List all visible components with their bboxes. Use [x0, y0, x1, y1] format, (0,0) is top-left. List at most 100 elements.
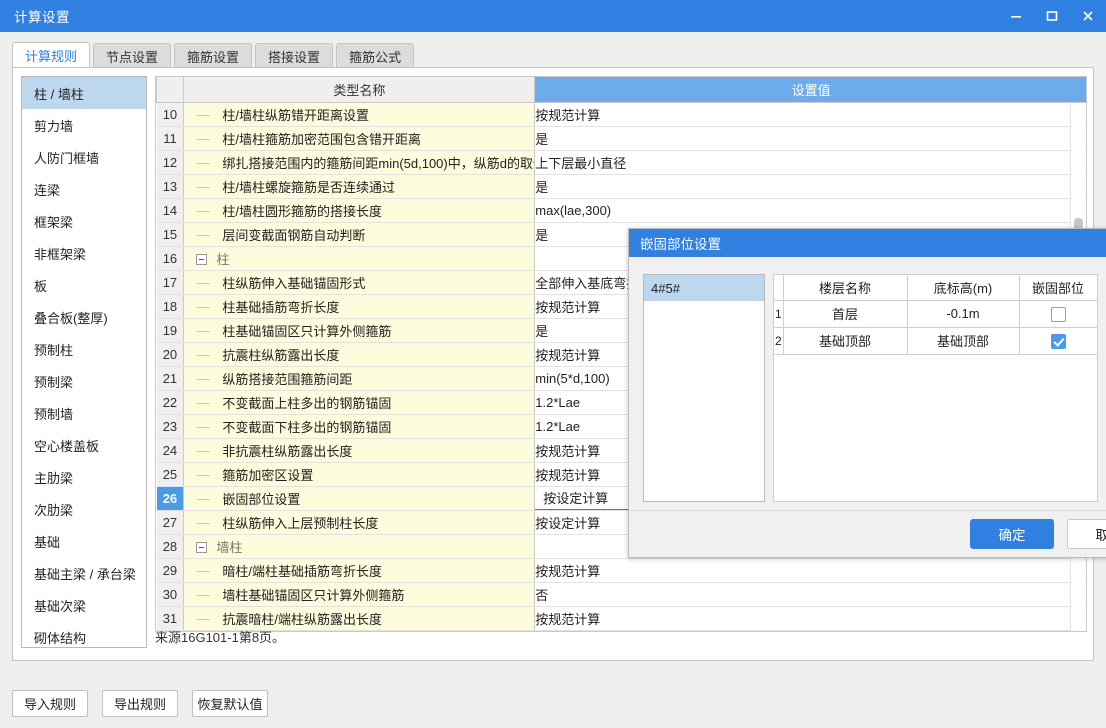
- sidebar-item-foundation-main-beam[interactable]: 基础主梁 / 承台梁: [22, 557, 146, 589]
- row-value[interactable]: 按规范计算: [534, 102, 1086, 127]
- row-value[interactable]: max(lae,300): [534, 198, 1086, 223]
- fixed-position-checkbox[interactable]: [1050, 333, 1066, 349]
- row-value[interactable]: 否: [534, 582, 1086, 607]
- tab-stirrup-formula[interactable]: 箍筋公式: [336, 43, 415, 68]
- row-number: 27: [156, 510, 185, 535]
- sidebar-item-label: 预制柱: [34, 342, 74, 358]
- sidebar-item-precast-wall[interactable]: 预制墙: [22, 397, 146, 429]
- category-sidebar[interactable]: 柱 / 墙柱 剪力墙 人防门框墙 连梁 框架梁 非框架梁 板 叠合板(整厚) 预…: [21, 76, 147, 648]
- row-type-name: — 层间变截面钢筋自动判断: [183, 222, 536, 247]
- dialog-title: 嵌固部位设置: [640, 237, 721, 252]
- tab-node-settings[interactable]: 节点设置: [93, 43, 172, 68]
- table-row[interactable]: 14 — 柱/墙柱圆形箍筋的搭接长度 max(lae,300): [156, 198, 1086, 223]
- sidebar-item-shear-wall[interactable]: 剪力墙: [22, 109, 146, 141]
- sidebar-item-hollow-floor-slab[interactable]: 空心楼盖板: [22, 429, 146, 461]
- row-value[interactable]: 上下层最小直径: [534, 150, 1086, 175]
- tab-lap-settings[interactable]: 搭接设置: [255, 43, 334, 68]
- row-type-name: — 柱/墙柱箍筋加密范围包含错开距离: [183, 126, 536, 151]
- table-row[interactable]: 2 基础顶部 基础顶部: [774, 326, 1097, 355]
- row-number: 21: [156, 366, 185, 391]
- fixed-position-checkbox[interactable]: [1050, 306, 1066, 322]
- grid-header-type-name: 类型名称: [183, 77, 536, 103]
- row-type-name: — 柱/墙柱螺旋箍筋是否连续通过: [183, 174, 536, 199]
- import-rules-button[interactable]: 导入规则: [12, 690, 88, 717]
- sidebar-item-label: 连梁: [34, 182, 61, 198]
- project-list[interactable]: 4#5#: [643, 274, 765, 502]
- table-row[interactable]: 13 — 柱/墙柱螺旋箍筋是否连续通过 是: [156, 174, 1086, 199]
- row-value[interactable]: 按规范计算: [534, 606, 1086, 631]
- close-button[interactable]: [1070, 0, 1106, 32]
- sidebar-item-main-rib-beam[interactable]: 主肋梁: [22, 461, 146, 493]
- cancel-button[interactable]: 取消: [1067, 519, 1106, 549]
- table-row[interactable]: 31 — 抗震暗柱/端柱纵筋露出长度 按规范计算: [156, 606, 1086, 631]
- table-row[interactable]: 32 —暗柱/端柱垂直钢筋搭接长度 按墙柱计算: [156, 630, 1086, 631]
- embedded-position-dialog: 嵌固部位设置 4#5# 楼层名称 底标高(m) 嵌固部位 1 首层 -0.1m …: [628, 228, 1106, 558]
- table-row[interactable]: 12 — 绑扎搭接范围内的箍筋间距min(5d,100)中，纵筋d的取值 上下层最…: [156, 150, 1086, 175]
- list-item[interactable]: 4#5#: [644, 275, 764, 301]
- footer-buttons: 导入规则 导出规则 恢复默认值: [12, 690, 268, 717]
- row-number: 14: [156, 198, 185, 223]
- row-type-name: — 柱/墙柱圆形箍筋的搭接长度: [183, 198, 536, 223]
- table-row[interactable]: 29 — 暗柱/端柱基础插筋弯折长度 按规范计算: [156, 558, 1086, 583]
- minimize-button[interactable]: [998, 0, 1034, 32]
- table-row[interactable]: 1 首层 -0.1m: [774, 299, 1097, 328]
- sidebar-item-coupling-beam[interactable]: 连梁: [22, 173, 146, 205]
- row-value[interactable]: 是: [534, 174, 1086, 199]
- sidebar-item-foundation[interactable]: 基础: [22, 525, 146, 557]
- table-row[interactable]: 11 — 柱/墙柱箍筋加密范围包含错开距离 是: [156, 126, 1086, 151]
- tree-line-icon: —: [196, 274, 210, 290]
- row-type-name: — 柱/墙柱纵筋错开距离设置: [183, 102, 536, 127]
- grid-header-value: 设置值: [534, 77, 1086, 103]
- table-row[interactable]: 30 — 墙柱基础锚固区只计算外侧箍筋 否: [156, 582, 1086, 607]
- source-note: 来源16G101-1第8页。: [155, 630, 286, 645]
- sidebar-item-label: 框架梁: [34, 214, 74, 230]
- row-value[interactable]: 按规范计算: [534, 558, 1086, 583]
- sidebar-item-composite-slab[interactable]: 叠合板(整厚): [22, 301, 146, 333]
- sidebar-item-door-frame-wall[interactable]: 人防门框墙: [22, 141, 146, 173]
- sidebar-item-label: 人防门框墙: [34, 150, 100, 166]
- floor-name: 基础顶部: [782, 326, 908, 355]
- collapse-toggle-icon[interactable]: [196, 541, 208, 553]
- row-number: 1: [774, 299, 784, 328]
- floor-elevation: -0.1m: [906, 299, 1020, 328]
- tab-label: 节点设置: [106, 49, 159, 65]
- sidebar-item-non-frame-beam[interactable]: 非框架梁: [22, 237, 146, 269]
- tree-line-icon: —: [196, 130, 210, 146]
- row-type-name[interactable]: 墙柱: [183, 534, 536, 559]
- sidebar-item-slab[interactable]: 板: [22, 269, 146, 301]
- row-type-name: — 非抗震柱纵筋露出长度: [183, 438, 536, 463]
- tab-stirrup-settings[interactable]: 箍筋设置: [174, 43, 253, 68]
- grid-header-rownum: [156, 77, 185, 103]
- sidebar-item-frame-beam[interactable]: 框架梁: [22, 205, 146, 237]
- row-value[interactable]: 按墙柱计算: [534, 630, 1086, 631]
- row-type-name: — 不变截面下柱多出的钢筋锚固: [183, 414, 536, 439]
- grid-header-row: 类型名称 设置值: [156, 77, 1086, 103]
- sidebar-item-precast-column[interactable]: 预制柱: [22, 333, 146, 365]
- sidebar-item-foundation-secondary-beam[interactable]: 基础次梁: [22, 589, 146, 621]
- tree-line-icon: —: [196, 154, 210, 170]
- tree-line-icon: —: [196, 226, 210, 242]
- floor-header-rownum: [774, 275, 784, 301]
- tab-calculation-rules[interactable]: 计算规则: [12, 42, 91, 68]
- row-type-name[interactable]: 柱: [183, 246, 536, 271]
- tab-label: 搭接设置: [268, 49, 321, 65]
- sidebar-item-column-wall-column[interactable]: 柱 / 墙柱: [22, 77, 146, 109]
- row-number: 20: [156, 342, 185, 367]
- tree-line-icon: —: [196, 418, 210, 434]
- fixed-position-cell[interactable]: [1018, 299, 1097, 328]
- sidebar-item-masonry-structure[interactable]: 砌体结构: [22, 621, 146, 647]
- table-row[interactable]: 10 — 柱/墙柱纵筋错开距离设置 按规范计算: [156, 102, 1086, 127]
- floor-name: 首层: [782, 299, 908, 328]
- sidebar-item-secondary-rib-beam[interactable]: 次肋梁: [22, 493, 146, 525]
- restore-defaults-button[interactable]: 恢复默认值: [192, 690, 268, 717]
- row-number: 2: [774, 326, 784, 355]
- sidebar-item-precast-beam[interactable]: 预制梁: [22, 365, 146, 397]
- row-value[interactable]: 是: [534, 126, 1086, 151]
- export-rules-button[interactable]: 导出规则: [102, 690, 178, 717]
- tree-line-icon: —: [196, 106, 210, 122]
- collapse-toggle-icon[interactable]: [196, 253, 208, 265]
- maximize-button[interactable]: [1034, 0, 1070, 32]
- floor-table[interactable]: 楼层名称 底标高(m) 嵌固部位 1 首层 -0.1m 2 基础顶部 基础顶部: [773, 274, 1098, 502]
- fixed-position-cell[interactable]: [1018, 326, 1097, 355]
- ok-button[interactable]: 确定: [970, 519, 1054, 549]
